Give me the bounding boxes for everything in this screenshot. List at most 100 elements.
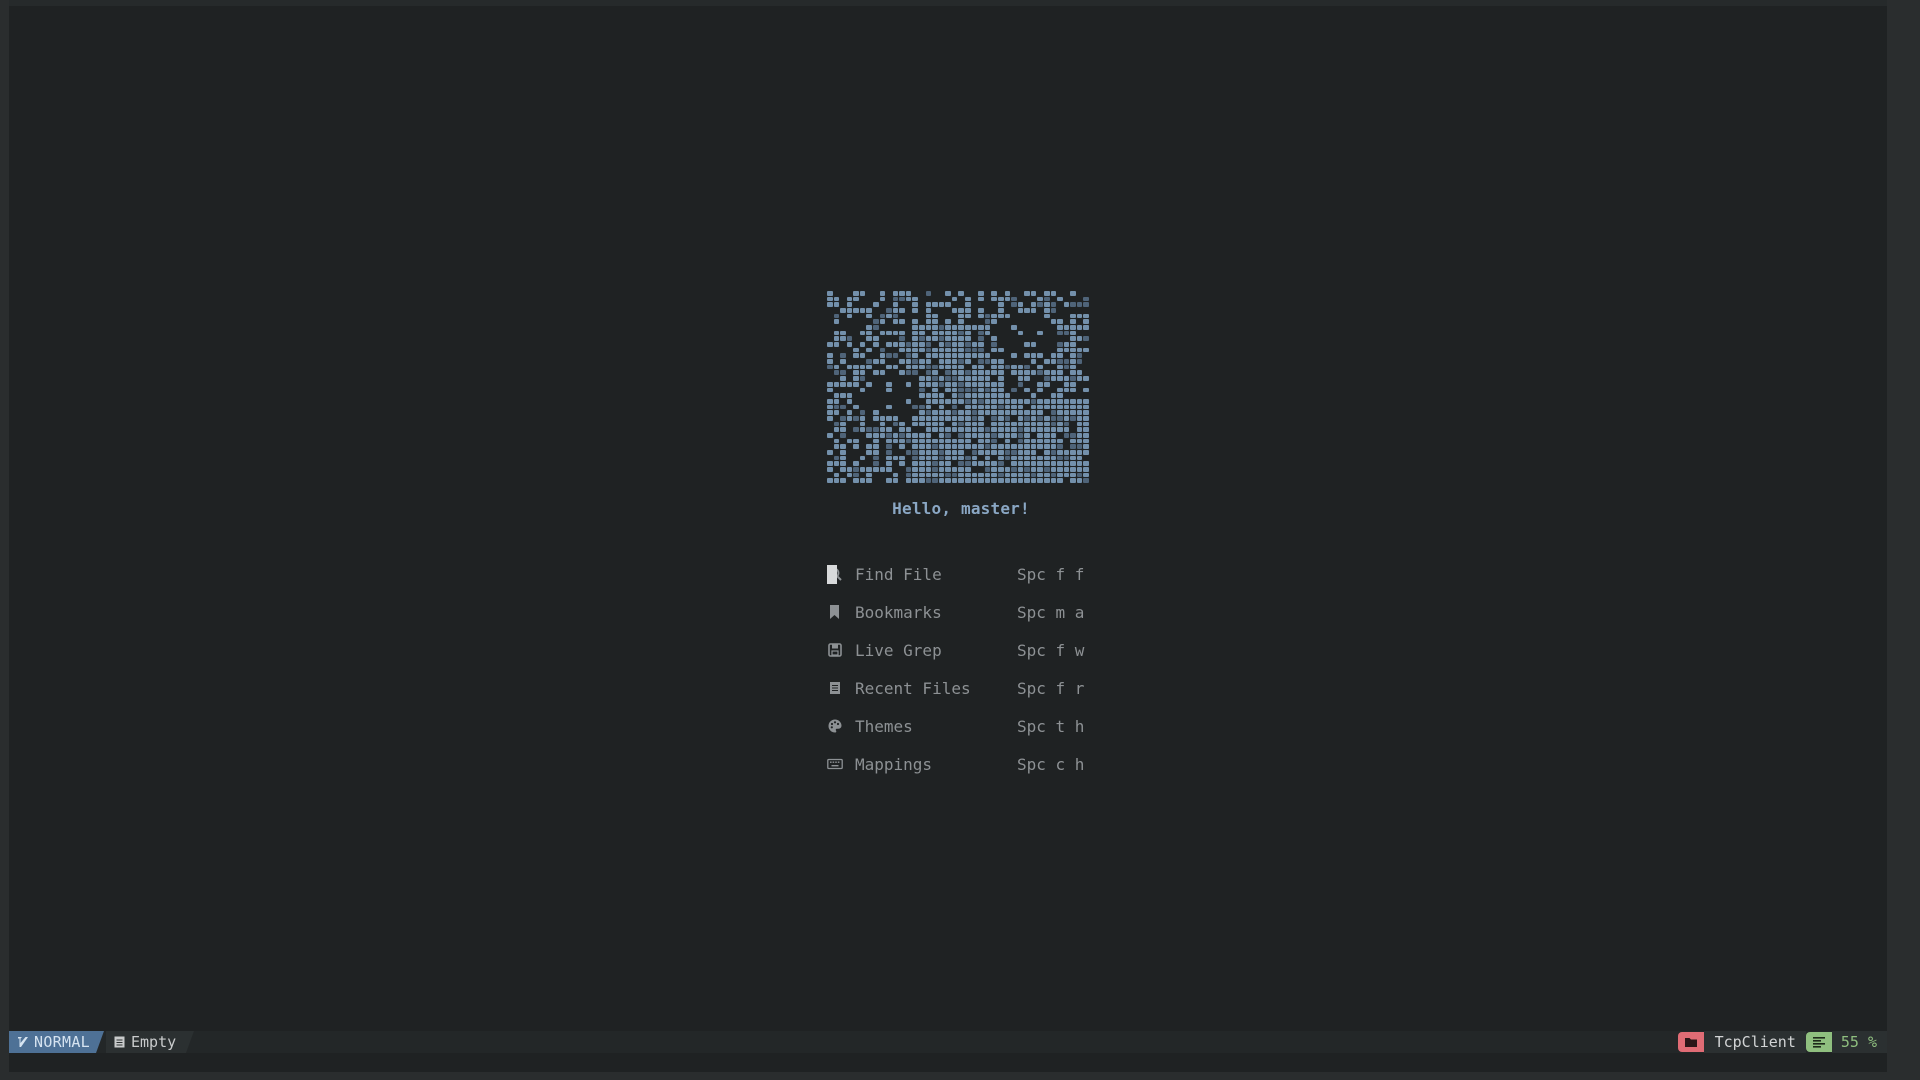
logo-dot — [938, 466, 945, 472]
logo-dot — [1018, 319, 1024, 324]
logo-dot — [919, 410, 925, 415]
logo-dot — [1064, 439, 1070, 444]
logo-dot — [991, 427, 997, 432]
logo-dot — [866, 444, 873, 449]
logo-dot — [840, 449, 846, 455]
logo-dot — [938, 415, 945, 421]
logo-dot — [1070, 422, 1076, 427]
logo-dot — [847, 427, 853, 432]
logo-dot — [853, 370, 859, 376]
logo-dot — [919, 415, 925, 421]
menu-item-find-file[interactable]: Find File Spc f f — [827, 555, 1097, 593]
logo-dot — [1063, 325, 1070, 330]
logo-dot — [853, 427, 859, 432]
logo-dot — [1083, 359, 1089, 364]
logo-dot — [886, 399, 892, 404]
logo-dot — [906, 388, 912, 393]
logo-dot — [919, 449, 925, 455]
logo-dot — [1037, 444, 1043, 449]
logo-dot — [958, 381, 965, 387]
logo-dot — [1083, 421, 1089, 427]
menu-item-mappings[interactable]: Mappings Spc c h — [827, 745, 1097, 783]
logo-dot — [1070, 461, 1076, 466]
logo-dot — [840, 359, 846, 364]
logo-dot — [938, 410, 945, 415]
logo-dot — [879, 359, 886, 364]
logo-dot — [958, 297, 964, 302]
logo-dot — [984, 325, 991, 330]
logo-dot — [951, 364, 958, 370]
logo-dot — [958, 364, 965, 370]
logo-dot — [1005, 308, 1011, 313]
logo-dot — [951, 466, 958, 472]
logo-dot — [971, 472, 978, 478]
logo-dot — [1044, 353, 1050, 358]
menu-item-bookmarks[interactable]: Bookmarks Spc m a — [827, 593, 1097, 631]
logo-dot — [1050, 421, 1057, 427]
logo-dot — [997, 296, 1004, 302]
logo-dot — [945, 438, 951, 444]
logo-dot — [827, 296, 833, 302]
logo-dot — [958, 421, 965, 427]
logo-dot — [1011, 331, 1017, 336]
logo-dot — [958, 432, 965, 438]
logo-dot — [1017, 398, 1024, 404]
logo-dot — [1018, 359, 1024, 364]
logo-dot — [971, 427, 978, 432]
logo-dot — [1044, 342, 1050, 347]
logo-dot — [899, 461, 905, 466]
logo-dot — [926, 297, 932, 302]
logo-dot — [873, 432, 879, 438]
logo-dot — [919, 353, 925, 358]
logo-dot — [1076, 455, 1083, 461]
command-line[interactable] — [9, 1053, 1887, 1072]
logo-dot — [846, 313, 853, 319]
logo-dot — [1050, 449, 1057, 455]
logo-dot — [938, 427, 945, 432]
logo-dot — [932, 302, 938, 308]
logo-dot — [1004, 444, 1011, 449]
logo-dot — [1030, 461, 1037, 466]
logo-dot — [859, 291, 866, 296]
menu-item-recent-files[interactable]: Recent Files Spc f r — [827, 669, 1097, 707]
logo-dot — [925, 461, 932, 466]
logo-dot — [847, 319, 853, 324]
logo-dot — [932, 387, 938, 393]
logo-dot — [1005, 353, 1011, 358]
logo-dot — [840, 297, 846, 302]
logo-dot — [972, 319, 978, 324]
logo-dot — [919, 404, 925, 410]
logo-dot — [873, 449, 879, 455]
logo-dot — [899, 421, 905, 427]
logo-dot — [1064, 319, 1070, 324]
logo-dot — [847, 456, 853, 461]
logo-dot — [886, 313, 892, 319]
logo-dot — [1063, 302, 1070, 308]
logo-dot — [991, 364, 997, 370]
logo-dot — [1070, 370, 1076, 376]
logo-dot — [880, 382, 886, 387]
logo-dot — [899, 467, 905, 472]
logo-dot — [1050, 427, 1057, 432]
logo-dot — [938, 472, 945, 478]
menu-item-live-grep[interactable]: Live Grep Spc f w — [827, 631, 1097, 669]
logo-dot — [1037, 387, 1043, 393]
logo-dot — [886, 297, 892, 302]
logo-dot — [932, 297, 938, 302]
logo-dot — [951, 427, 958, 432]
logo-dot — [1030, 404, 1037, 410]
logo-dot — [1083, 325, 1089, 330]
logo-dot — [945, 393, 951, 398]
logo-dot — [860, 348, 866, 353]
logo-dot — [932, 449, 938, 455]
logo-dot — [880, 342, 886, 347]
logo-dot — [951, 381, 958, 387]
logo-dot — [1005, 382, 1011, 387]
logo-dot — [1030, 359, 1037, 364]
logo-dot — [945, 347, 951, 353]
logo-dot — [886, 449, 892, 455]
logo-dot — [1083, 478, 1089, 483]
menu-item-themes[interactable]: Themes Spc t h — [827, 707, 1097, 745]
logo-dot — [892, 302, 899, 308]
logo-dot — [938, 393, 945, 398]
